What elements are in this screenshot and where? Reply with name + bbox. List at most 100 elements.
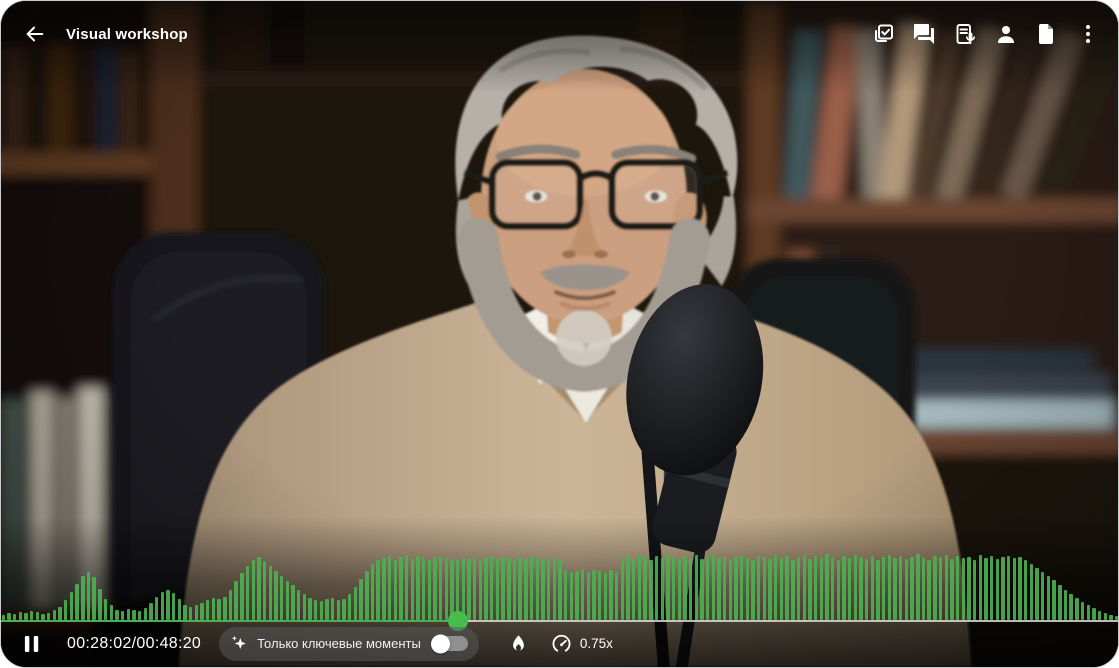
participants-button[interactable] <box>994 22 1018 46</box>
waveform-bar <box>154 597 159 620</box>
waveform-bar <box>961 558 965 620</box>
transcript-button[interactable] <box>953 22 977 46</box>
waveform-bar <box>461 558 466 620</box>
waveform-bar <box>336 600 341 620</box>
waveform-bar <box>1052 580 1056 620</box>
waveform-bar <box>160 592 165 620</box>
waveform-bar <box>1086 605 1090 620</box>
waveform-bar <box>904 559 909 620</box>
waveform-bar <box>376 560 380 620</box>
waveform-bar <box>791 560 795 620</box>
waveform-bar <box>342 599 346 620</box>
waveform-bar <box>859 557 863 620</box>
waveform-bar <box>495 559 500 620</box>
waveform-bar <box>620 558 625 620</box>
waveform-bar <box>399 557 403 620</box>
waveform-bar <box>359 579 363 620</box>
playback-speed-label: 0.75x <box>579 636 613 651</box>
waveform-bar <box>683 556 687 620</box>
document-button[interactable] <box>1035 22 1059 46</box>
waveform-bar <box>580 569 585 620</box>
waveform-bar <box>836 560 840 620</box>
waveform-bar <box>291 585 295 620</box>
waveform-bar <box>473 557 477 620</box>
waveform-bar <box>757 556 761 620</box>
back-button[interactable] <box>21 20 49 48</box>
waveform-bar <box>1097 611 1102 620</box>
waveform-bar <box>410 559 414 620</box>
waveform-bar <box>677 559 681 620</box>
waveform-bar <box>18 612 23 620</box>
waveform-bar <box>387 556 392 620</box>
waveform-bar <box>711 554 716 620</box>
waveform-bar <box>285 581 289 620</box>
waveform-bar <box>921 558 926 620</box>
waveform-bar <box>842 556 846 620</box>
waveform-bar <box>1001 557 1005 620</box>
audio-waveform[interactable] <box>1 550 1118 631</box>
checklist-check-icon <box>875 24 893 42</box>
waveform-bar <box>268 566 272 620</box>
waveform-bar <box>927 560 931 620</box>
waveform-bar <box>592 570 596 620</box>
playback-speed-button[interactable]: 0.75x <box>551 633 613 654</box>
waveform-bar <box>1069 594 1073 620</box>
playback-controls: 00:28:02/00:48:20 Только ключевые момент… <box>1 620 1118 667</box>
waveform-bar <box>569 572 573 620</box>
kebab-menu-icon <box>1086 25 1090 43</box>
chat-button[interactable] <box>912 22 936 46</box>
waveform-bar <box>830 557 835 620</box>
waveform-bar <box>598 571 602 620</box>
waveform-bar <box>24 613 28 620</box>
waveform-bar <box>444 558 449 620</box>
key-moments-pill[interactable]: Только ключевые моменты <box>219 626 479 661</box>
waveform-bar <box>785 556 789 620</box>
waveform-bar <box>1103 613 1107 620</box>
time-display: 00:28:02/00:48:20 <box>67 634 202 652</box>
waveform-bar <box>52 610 57 620</box>
chat-bubbles-icon <box>914 24 934 44</box>
waveform-bar <box>325 599 329 620</box>
waveform-bar <box>484 558 488 620</box>
pause-button[interactable] <box>23 634 41 654</box>
waveform-bar <box>984 558 988 620</box>
waveform-bar <box>234 581 238 620</box>
waveform-bar <box>512 560 517 620</box>
more-options-button[interactable] <box>1076 22 1100 46</box>
waveform-bar <box>643 557 647 620</box>
waveform-bar <box>916 554 920 620</box>
waveform-bar <box>132 610 136 620</box>
waveform-bar <box>200 603 204 620</box>
waveform-bar <box>762 557 767 620</box>
key-moments-toggle[interactable] <box>430 634 468 653</box>
waveform-bar <box>938 557 943 620</box>
waveform-bar <box>813 556 818 620</box>
waveform-bar <box>75 584 79 620</box>
waveform-bar <box>847 558 852 620</box>
waveform-bar <box>1092 608 1096 620</box>
waveform-bar <box>331 598 335 620</box>
waveform-bar <box>172 593 176 620</box>
waveform-bar <box>370 564 375 620</box>
waveform-bar <box>98 589 102 620</box>
waveform-bar <box>717 558 721 620</box>
waveform-bar <box>586 572 591 620</box>
waveform-bar <box>944 555 948 620</box>
checklist-button[interactable] <box>871 22 895 46</box>
highlights-button[interactable] <box>509 633 529 655</box>
waveform-bar <box>47 613 51 620</box>
waveform-bar <box>353 587 358 620</box>
waveform-bar <box>166 590 170 620</box>
waveform-bar <box>115 610 119 620</box>
waveform-bar <box>1035 568 1039 620</box>
waveform-bar <box>751 560 755 620</box>
waveform-bar <box>467 559 471 620</box>
pause-icon <box>24 635 39 652</box>
waveform-bar <box>671 557 676 620</box>
ai-sparkle-icon <box>232 635 246 650</box>
waveform-bar <box>887 555 892 620</box>
waveform-bar <box>245 566 250 620</box>
waveform-bar <box>143 608 147 620</box>
waveform-bar <box>262 561 267 620</box>
document-icon <box>1039 24 1053 44</box>
